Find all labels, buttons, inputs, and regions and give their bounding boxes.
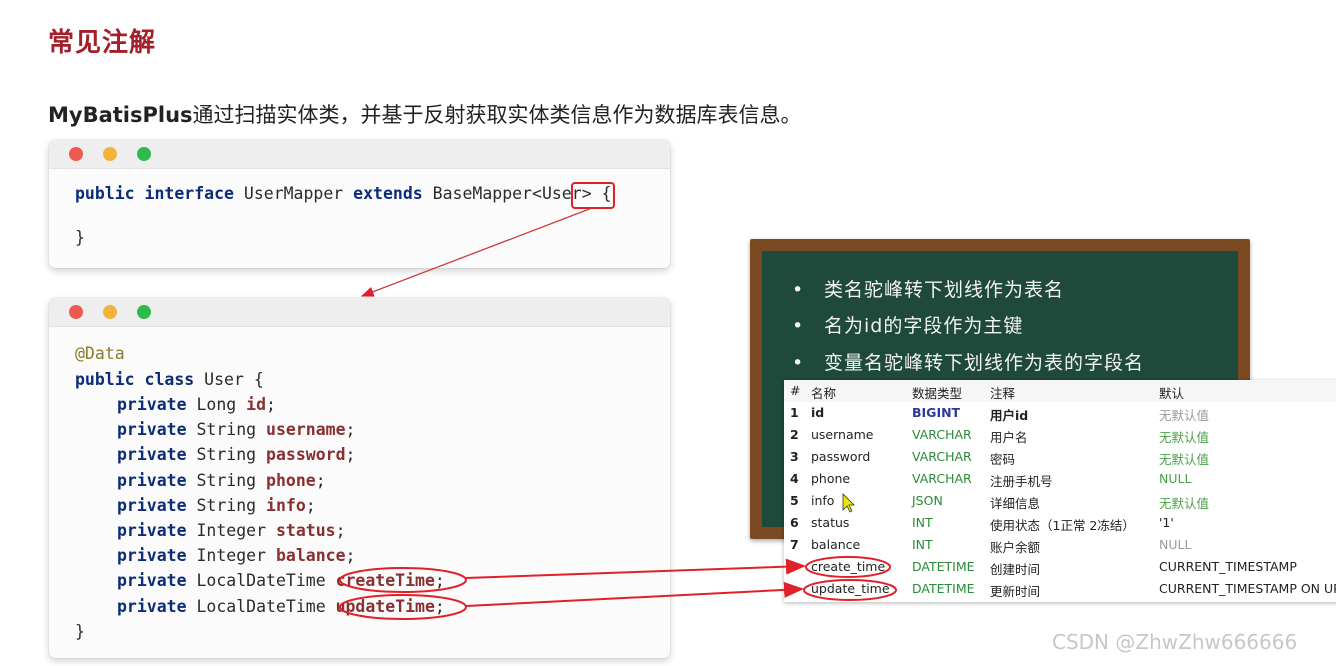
updateTime-arrow xyxy=(465,581,804,607)
annotation-overlay xyxy=(339,182,897,620)
createTime-arrow xyxy=(465,558,806,579)
create_time-ellipse xyxy=(805,556,891,578)
generic-highlight-box xyxy=(571,182,615,209)
createTime-ellipse xyxy=(339,567,467,593)
update_time-ellipse xyxy=(803,579,897,601)
mouse-cursor-icon xyxy=(842,493,855,513)
updateTime-ellipse xyxy=(339,594,467,620)
mapper-to-entity-arrow xyxy=(360,207,593,297)
